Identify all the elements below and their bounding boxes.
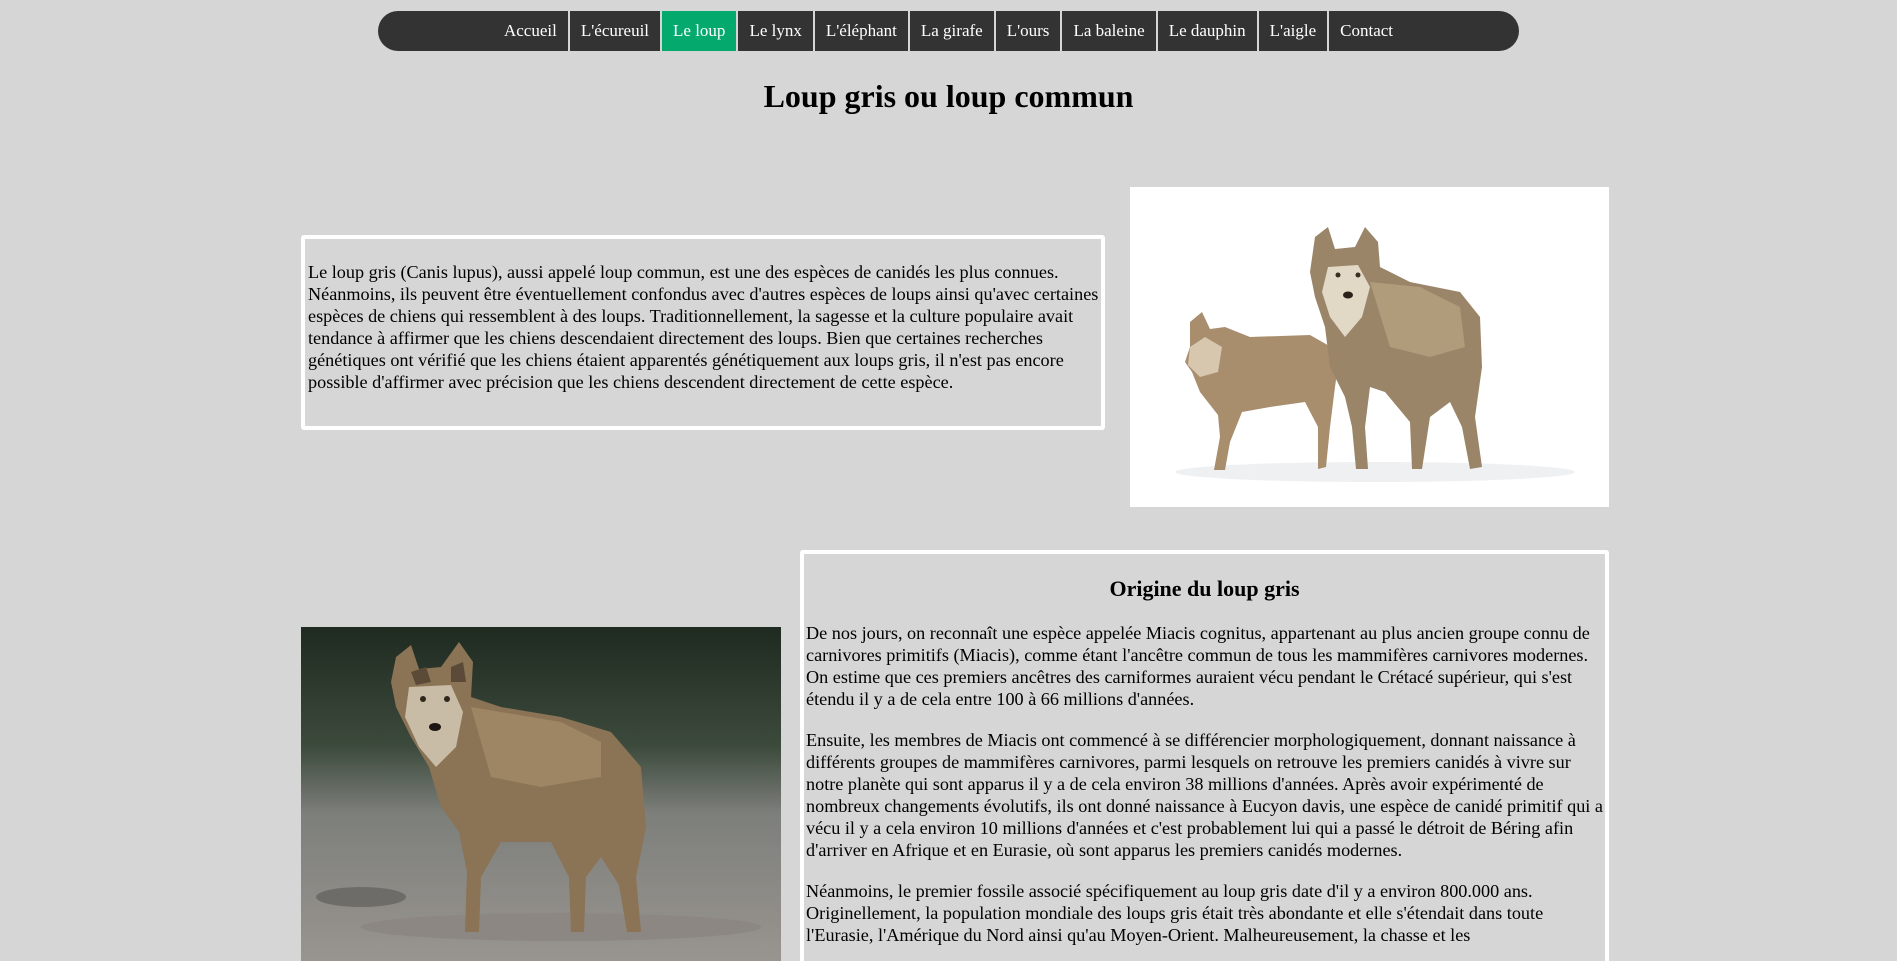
nav-item-le-loup[interactable]: Le loup xyxy=(660,11,737,51)
nav-item-contact[interactable]: Contact xyxy=(1327,11,1404,51)
origin-paragraph-3: Néanmoins, le premier fossile associé sp… xyxy=(806,881,1544,945)
two-wolves-photo xyxy=(1130,187,1609,507)
two-wolves-illustration xyxy=(1130,187,1609,507)
page-title: Loup gris ou loup commun xyxy=(763,78,1134,114)
nav-item-le-dauphin[interactable]: Le dauphin xyxy=(1155,11,1257,51)
standing-wolf-photo xyxy=(301,627,781,961)
origin-title: Origine du loup gris xyxy=(1109,576,1300,601)
origin-paragraph-1: De nos jours, on reconnaît une espèce ap… xyxy=(806,623,1590,709)
standing-wolf-illustration xyxy=(301,627,781,961)
intro-paragraph: Le loup gris (Canis lupus), aussi appelé… xyxy=(308,262,1099,392)
page: Accueil L'écureuil Le loup Le lynx L'éléphan… xyxy=(0,0,1897,961)
nav-item-l-elephant[interactable]: L'éléphant xyxy=(812,11,908,51)
nav-item-l-ours[interactable]: L'ours xyxy=(993,11,1061,51)
nav-item-l-aigle[interactable]: L'aigle xyxy=(1256,11,1327,51)
nav-item-la-girafe[interactable]: La girafe xyxy=(907,11,994,51)
nav-item-accueil[interactable]: Accueil xyxy=(493,11,568,51)
top-navigation: Accueil L'écureuil Le loup Le lynx L'éléphan… xyxy=(378,11,1519,51)
origin-section: Origine du loup gris De nos jours, on re… xyxy=(800,550,1609,961)
nav-item-la-baleine[interactable]: La baleine xyxy=(1060,11,1155,51)
intro-text-box: Le loup gris (Canis lupus), aussi appelé… xyxy=(301,235,1105,430)
origin-paragraph-2: Ensuite, les membres de Miacis ont comme… xyxy=(806,730,1603,860)
nav-item-le-lynx[interactable]: Le lynx xyxy=(736,11,812,51)
nav-item-l-ecureuil[interactable]: L'écureuil xyxy=(567,11,660,51)
